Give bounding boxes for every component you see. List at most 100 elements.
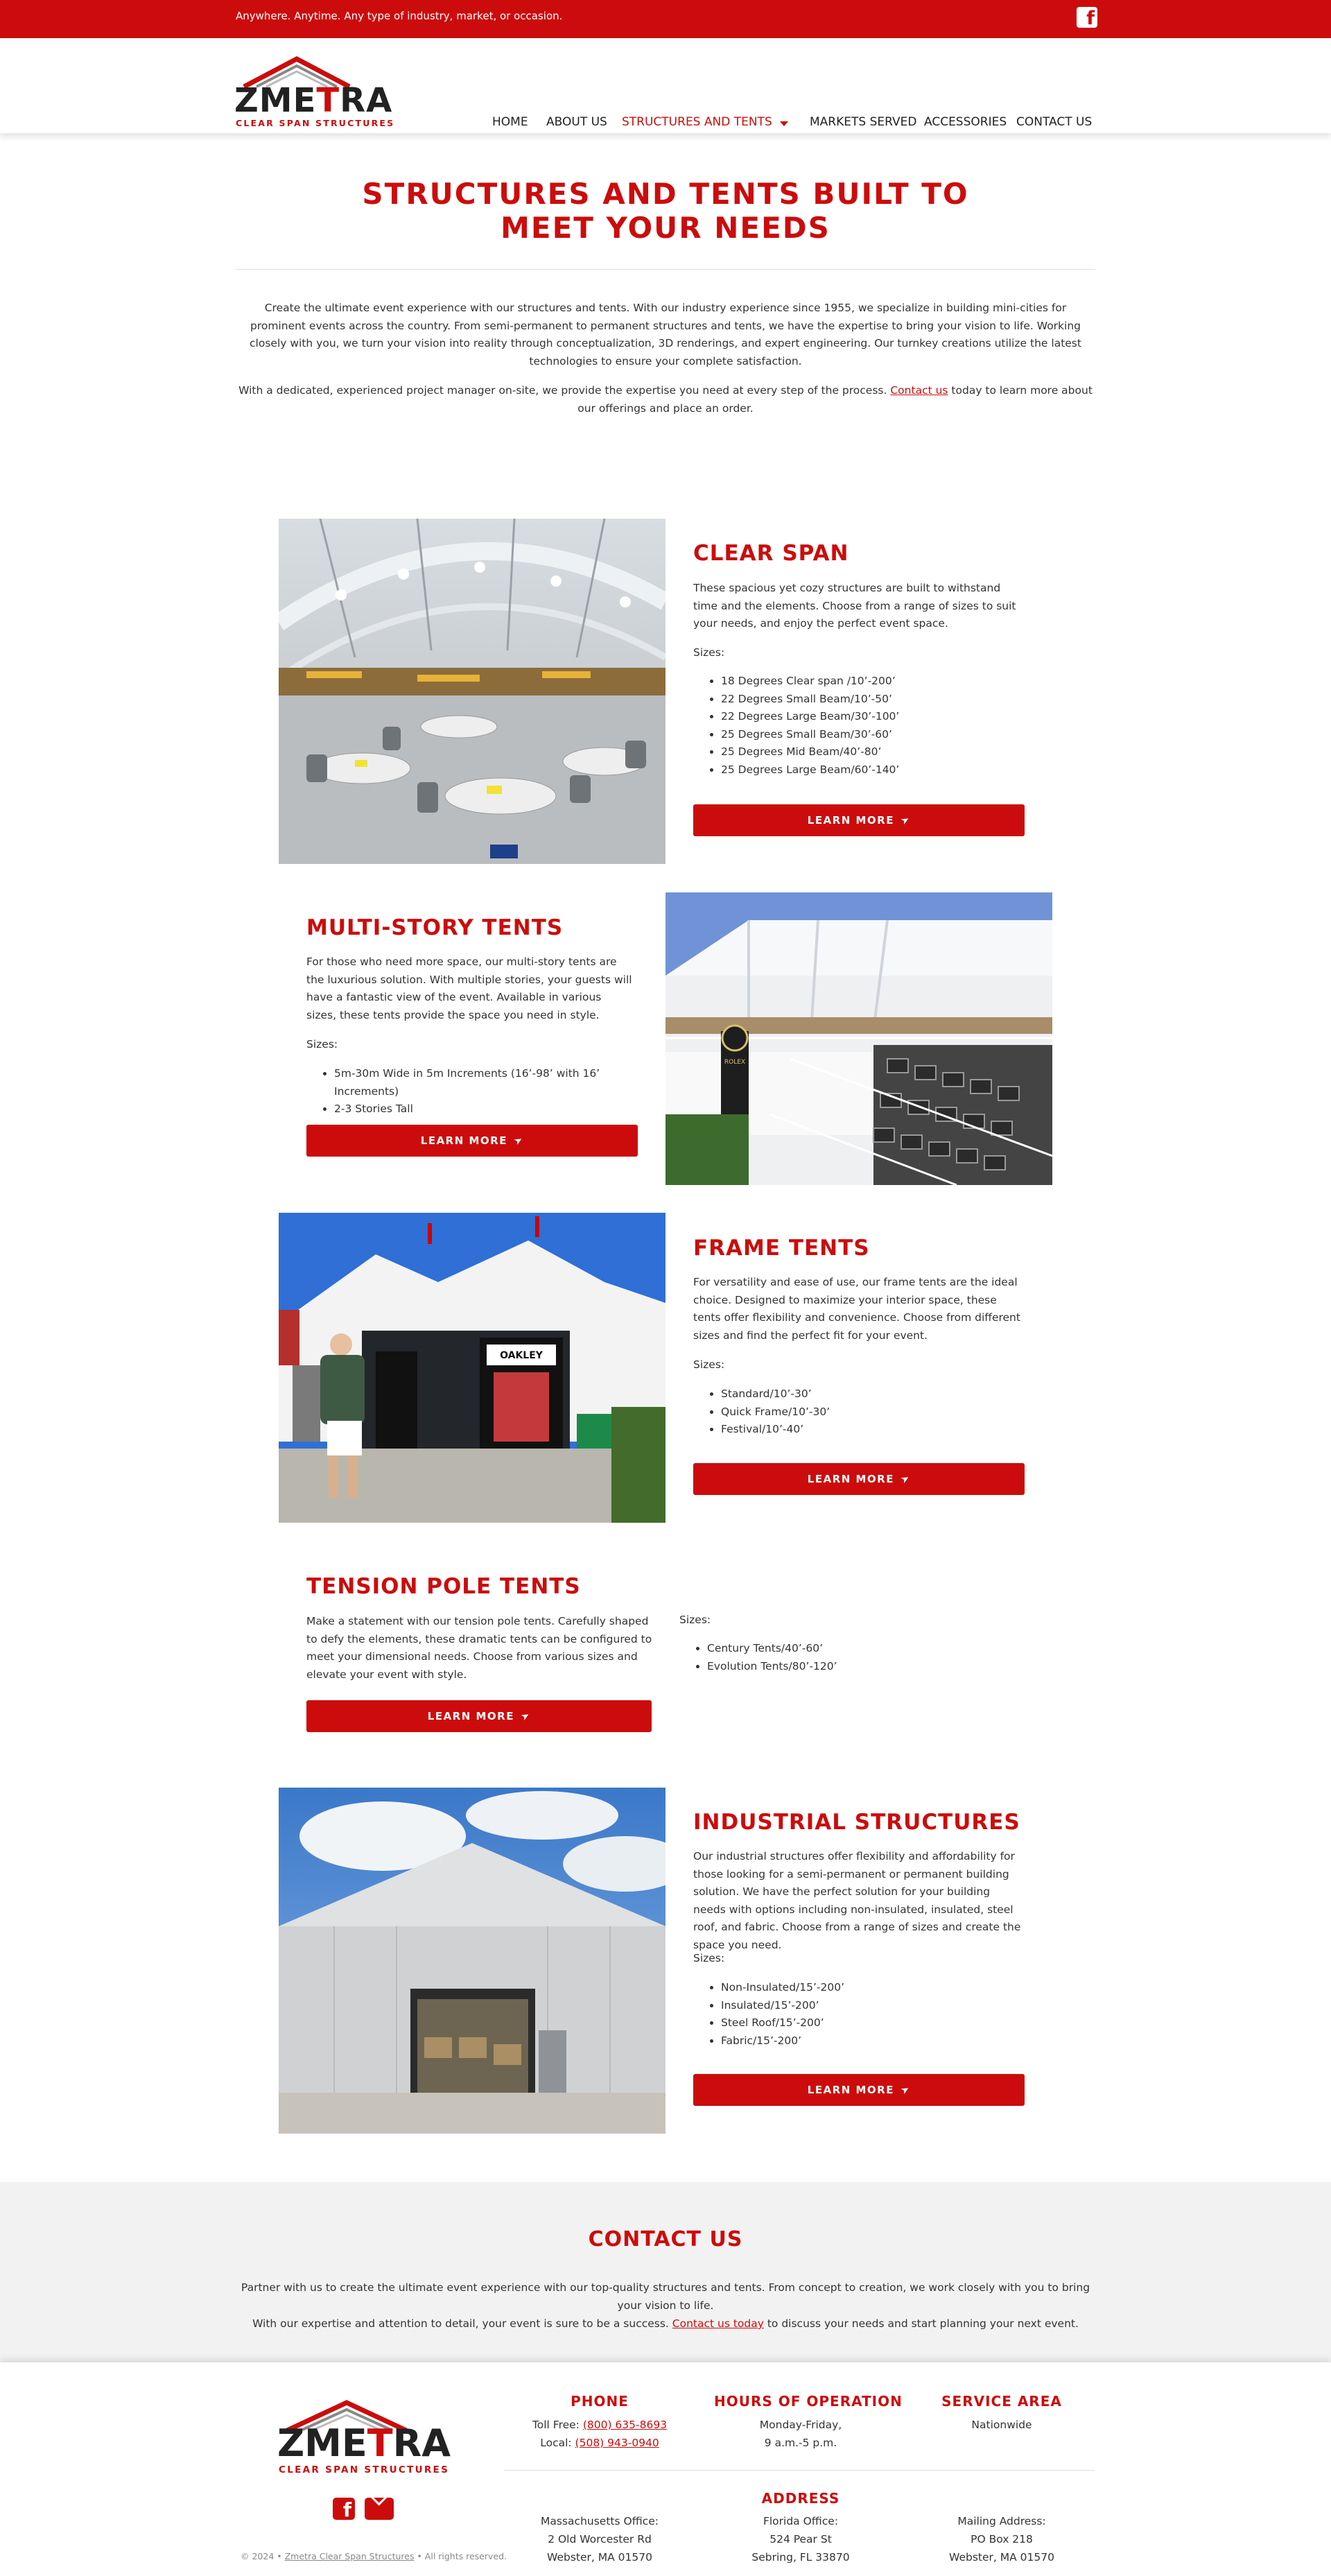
industrial-title: INDUSTRIAL STRUCTURES [693,1810,1020,1835]
tagline: Anywhere. Anytime. Any type of industry,… [236,10,563,22]
contact-us-link[interactable]: Contact us [890,384,948,397]
ma-address: Massachusetts Office: 2 Old Worcester Rd… [516,2512,683,2566]
nav-accessories[interactable]: ACCESSORIES [924,115,1007,129]
list-item: Standard/10’-30’ [721,1385,830,1403]
hours-block: Monday-Friday, 9 a.m.-5 p.m. [714,2416,887,2452]
hours-heading: HOURS OF OPERATION [714,2393,903,2410]
list-item: Non-Insulated/15’-200’ [721,1979,844,1997]
contact-line2: With our expertise and attention to deta… [252,2317,672,2330]
industrial-learn-more-button[interactable]: LEARN MORE ➤ [693,2074,1025,2106]
list-item: Insulated/15’-200’ [721,1997,844,2015]
list-item: Evolution Tents/80’-120’ [707,1658,837,1676]
copyright-link[interactable]: Zmetra Clear Span Structures [285,2551,415,2561]
logo-word-b: T [367,2421,393,2465]
facebook-glyph: f [342,2498,351,2520]
site-logo[interactable]: ZMETRA CLEAR SPAN STRUCTURES [234,52,394,128]
list-item: 25 Degrees Mid Beam/40’-80’ [721,743,899,761]
copyright-suffix: • All rights reserved. [414,2551,507,2561]
send-arrow-icon: ➤ [898,813,913,828]
footer-social: f [333,2498,394,2520]
frame-tents-learn-more-button[interactable]: LEARN MORE ➤ [693,1463,1025,1495]
contact-section: CONTACT US Partner with us to create the… [0,2182,1331,2362]
multi-story-sizes-list: 5m-30m Wide in 5m Increments (16’-98’ wi… [306,1065,653,1118]
local-phone-link[interactable]: (508) 943-0940 [575,2437,659,2449]
phone-block: Toll Free: (800) 635-8693 Local: (508) 9… [513,2416,686,2452]
list-item: 18 Degrees Clear span /10’-200’ [721,673,899,691]
logo-subtitle: CLEAR SPAN STRUCTURES [236,118,395,128]
list-item: Steel Roof/15’-200’ [721,2014,844,2032]
intro-p2-text: With a dedicated, experienced project ma… [238,384,891,397]
list-item: Festival/10’-40’ [721,1421,830,1439]
hours-line1: Monday-Friday, [759,2419,842,2431]
button-label: LEARN MORE [807,2084,894,2096]
nav-markets[interactable]: MARKETS SERVED [810,115,916,129]
mail-street: PO Box 218 [971,2533,1033,2545]
logo-word-b: T [316,81,340,120]
page-title-line2: MEET YOUR NEEDS [501,211,830,245]
frame-tents-title: FRAME TENTS [693,1236,870,1261]
send-arrow-icon: ➤ [898,1471,913,1487]
facebook-glyph: f [1086,8,1095,28]
tension-pole-title: TENSION POLE TENTS [306,1574,581,1599]
industrial-structure-photo [279,1788,666,2134]
footer-logo[interactable]: ZMETRA CLEAR SPAN STRUCTURES [277,2400,458,2476]
intro-text: Create the ultimate event experience wit… [236,300,1095,429]
fl-city: Sebring, FL 33870 [751,2551,850,2564]
service-area-heading: SERVICE AREA [941,2393,1062,2410]
address-heading: ADDRESS [761,2490,840,2507]
nav-home[interactable]: HOME [492,115,528,129]
ma-label: Massachusetts Office: [541,2515,659,2527]
clear-span-description: These spacious yet cozy structures are b… [693,582,1016,630]
chevron-down-icon[interactable] [780,121,788,126]
button-label: LEARN MORE [420,1134,507,1147]
list-item: 25 Degrees Large Beam/60’-140’ [721,761,899,779]
nav-contact[interactable]: CONTACT US [1016,115,1092,129]
phone-heading: PHONE [571,2393,629,2410]
logo-word-c: RA [392,2421,451,2465]
contact-us-today-link[interactable]: Contact us today [672,2317,764,2330]
nav-about[interactable]: ABOUT US [546,115,607,129]
clear-span-learn-more-button[interactable]: LEARN MORE ➤ [693,804,1025,836]
list-item: Fabric/15’-200’ [721,2032,844,2050]
list-item: 5m-30m Wide in 5m Increments (16’-98’ wi… [334,1065,653,1100]
ma-city: Webster, MA 01570 [547,2551,652,2564]
list-item: Quick Frame/10’-30’ [721,1403,830,1421]
nav-structures[interactable]: STRUCTURES AND TENTS [622,115,772,129]
mail-city: Webster, MA 01570 [949,2551,1054,2564]
send-arrow-icon: ➤ [512,1133,526,1148]
fl-label: Florida Office: [763,2515,839,2527]
frame-tent-photo: OAKLEY [279,1213,666,1523]
facebook-icon[interactable]: f [1077,7,1097,28]
frame-tents-description: For versatility and ease of use, our fra… [693,1276,1020,1342]
copyright: © 2024 • Zmetra Clear Span Structures • … [241,2551,507,2561]
list-item: Century Tents/40’-60’ [707,1640,837,1658]
tollfree-link[interactable]: (800) 635-8693 [583,2419,667,2431]
mail-icon[interactable] [365,2498,394,2520]
clear-span-title: CLEAR SPAN [693,541,849,566]
multi-story-learn-more-button[interactable]: LEARN MORE ➤ [306,1125,638,1157]
facebook-icon[interactable]: f [333,2498,355,2520]
mailing-address: Mailing Address: PO Box 218 Webster, MA … [919,2512,1085,2566]
fl-street: 524 Pear St [769,2533,832,2545]
page-title-line1: STRUCTURES AND TENTS BUILT TO [362,177,969,211]
intro-paragraph-2: With a dedicated, experienced project ma… [236,382,1095,417]
contact-title: CONTACT US [588,2227,743,2251]
logo-wordmark: ZMETRA [277,2425,451,2462]
industrial-sizes-list: Non-Insulated/15’-200’ Insulated/15’-200… [693,1979,844,2050]
send-arrow-icon: ➤ [519,1709,533,1724]
oakley-sign: OAKLEY [500,1350,543,1361]
rolex-sign: ROLEX [724,1059,745,1066]
contact-line2-tail: to discuss your needs and start planning… [763,2317,1079,2330]
logo-subtitle: CLEAR SPAN STRUCTURES [279,2464,450,2475]
industrial-description: Our industrial structures offer flexibil… [693,1850,1021,1951]
page-title: STRUCTURES AND TENTS BUILT TO MEET YOUR … [0,177,1331,245]
frame-tents-sizes-list: Standard/10’-30’ Quick Frame/10’-30’ Fes… [693,1385,830,1439]
clear-span-photo [279,519,666,864]
list-item: 22 Degrees Small Beam/10’-50’ [721,691,899,709]
tension-pole-learn-more-button[interactable]: LEARN MORE ➤ [306,1700,652,1732]
copyright-prefix: © 2024 • [241,2551,285,2561]
multi-story-photo: ROLEX [666,892,1052,1185]
top-bar: Anywhere. Anytime. Any type of industry,… [0,0,1331,38]
list-item: 2-3 Stories Tall [334,1100,653,1118]
multi-story-sizes-label: Sizes: [306,1038,338,1051]
